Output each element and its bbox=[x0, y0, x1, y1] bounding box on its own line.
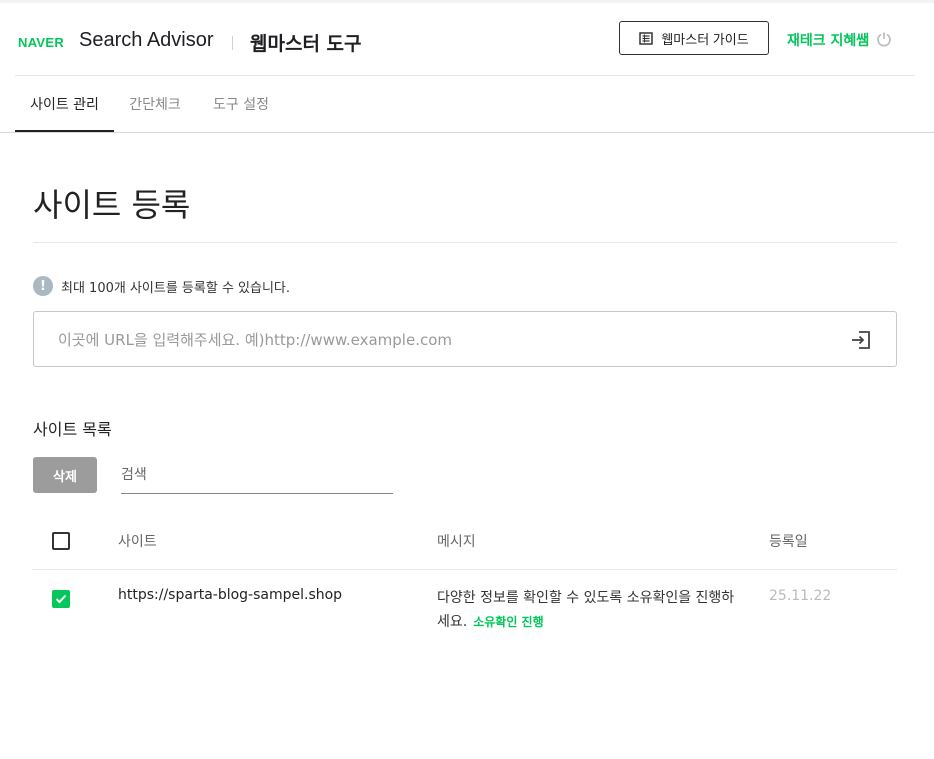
row-message: 다양한 정보를 확인할 수 있도록 소유확인을 진행하세요. 소유확인 진행 bbox=[437, 586, 747, 634]
table-header-divider bbox=[33, 569, 897, 570]
search-input[interactable] bbox=[121, 457, 393, 492]
tab-site-management[interactable]: 사이트 관리 bbox=[15, 76, 114, 132]
checkmark-icon bbox=[55, 594, 67, 604]
notice-text: 최대 100개 사이트를 등록할 수 있습니다. bbox=[61, 280, 291, 296]
guide-label: 웹마스터 가이드 bbox=[661, 31, 749, 47]
product-name[interactable]: Search Advisor bbox=[79, 29, 214, 52]
column-header-message: 메시지 bbox=[437, 534, 476, 550]
select-all-checkbox[interactable] bbox=[52, 532, 70, 550]
enter-icon[interactable] bbox=[850, 330, 872, 350]
tab-bar: 사이트 관리 간단체크 도구 설정 bbox=[15, 76, 934, 132]
row-checkbox[interactable] bbox=[52, 590, 70, 608]
column-header-date: 등록일 bbox=[769, 534, 808, 550]
tab-simple-check[interactable]: 간단체크 bbox=[119, 76, 191, 132]
user-name[interactable]: 재테크 지혜쌤 bbox=[787, 30, 869, 50]
section-title: 웹마스터 도구 bbox=[250, 33, 362, 55]
search-field bbox=[121, 457, 393, 494]
url-input[interactable] bbox=[56, 312, 840, 368]
webmaster-guide-button[interactable]: 웹마스터 가이드 bbox=[619, 21, 769, 55]
title-divider bbox=[33, 242, 897, 243]
page-title: 사이트 등록 bbox=[33, 186, 191, 224]
url-input-box bbox=[33, 311, 897, 368]
tabs-divider bbox=[0, 132, 934, 133]
naver-logo[interactable]: NAVER bbox=[18, 35, 64, 50]
power-icon[interactable] bbox=[876, 31, 892, 47]
document-list-icon bbox=[639, 31, 654, 45]
ownership-verify-link[interactable]: 소유확인 진행 bbox=[473, 615, 543, 629]
notice: ! 최대 100개 사이트를 등록할 수 있습니다. bbox=[33, 276, 290, 296]
header: NAVER Search Advisor 웹마스터 도구 웹마스터 가이드 재테… bbox=[0, 3, 934, 75]
delete-button[interactable]: 삭제 bbox=[33, 457, 97, 493]
tab-tool-settings[interactable]: 도구 설정 bbox=[205, 76, 277, 132]
site-url[interactable]: https://sparta-blog-sampel.shop bbox=[118, 587, 342, 603]
header-divider bbox=[232, 36, 233, 50]
info-icon: ! bbox=[33, 276, 53, 296]
site-list-title: 사이트 목록 bbox=[33, 420, 112, 439]
column-header-site: 사이트 bbox=[118, 534, 157, 550]
registration-date: 25.11.22 bbox=[769, 588, 832, 604]
